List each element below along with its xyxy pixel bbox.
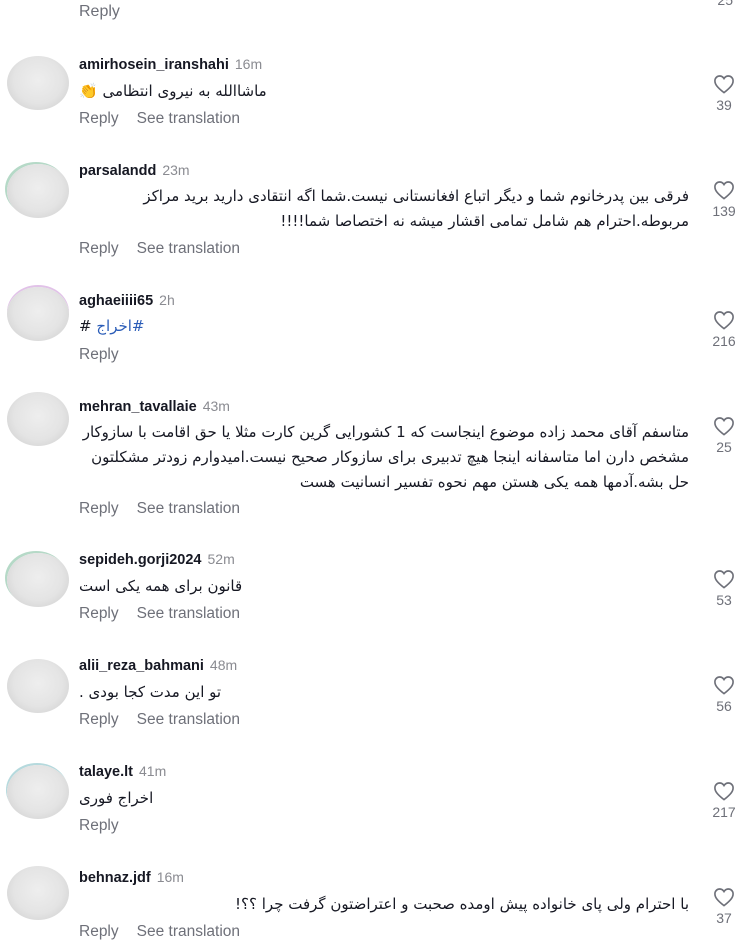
- comment-time: 52m: [207, 551, 235, 567]
- see-translation-button[interactable]: See translation: [137, 110, 240, 127]
- like-count: 139: [712, 203, 736, 219]
- like-button[interactable]: 53: [709, 569, 739, 608]
- comment-time: 48m: [209, 657, 238, 673]
- comment-username[interactable]: alii_reza_bahmani: [79, 658, 204, 674]
- heart-icon: [714, 570, 734, 589]
- avatar[interactable]: [7, 553, 69, 607]
- comment-username[interactable]: mehran_tavallaie: [79, 399, 197, 415]
- avatar[interactable]: [7, 287, 69, 341]
- like-button[interactable]: 56: [709, 675, 739, 714]
- comment-time: 16m: [234, 56, 263, 72]
- like-button[interactable]: 39: [709, 74, 739, 113]
- like-count: 25: [716, 439, 732, 455]
- avatar[interactable]: [7, 866, 69, 920]
- heart-icon: [714, 676, 734, 695]
- comment-username[interactable]: sepideh.gorji2024: [79, 552, 202, 568]
- avatar[interactable]: [7, 164, 69, 218]
- reply-button[interactable]: Reply: [79, 240, 119, 257]
- like-count: 53: [716, 592, 732, 608]
- comment-time: 16m: [156, 869, 184, 885]
- top-like-count: 25: [717, 0, 733, 8]
- see-translation-button[interactable]: See translation: [137, 500, 240, 517]
- like-count: 56: [716, 698, 732, 714]
- top-reply-button[interactable]: Reply: [79, 3, 120, 21]
- heart-icon: [714, 782, 734, 801]
- see-translation-button[interactable]: See translation: [137, 240, 240, 257]
- avatar[interactable]: [7, 56, 69, 110]
- reply-button[interactable]: Reply: [79, 817, 119, 834]
- comment-username[interactable]: parsalandd: [79, 163, 156, 179]
- reply-button[interactable]: Reply: [79, 923, 119, 940]
- hashtag-link[interactable]: #اخراج: [96, 317, 144, 335]
- comment-username[interactable]: amirhosein_iranshahi: [79, 57, 229, 73]
- comment-text: #: [79, 317, 97, 335]
- reply-button[interactable]: Reply: [79, 711, 119, 728]
- see-translation-button[interactable]: See translation: [137, 605, 240, 622]
- like-count: 216: [712, 333, 736, 349]
- like-count: 37: [716, 910, 732, 926]
- comment-time: 2h: [159, 292, 175, 308]
- comment-text: ماشاالله به نیروی انتظامی 👏: [79, 82, 267, 100]
- comment-time: 43m: [202, 398, 230, 414]
- comment-time: 23m: [162, 162, 190, 178]
- comment-text: قانون برای همه یکی است: [79, 577, 243, 595]
- reply-button[interactable]: Reply: [79, 110, 119, 127]
- heart-icon: [714, 311, 734, 330]
- comment-username[interactable]: behnaz.jdf: [79, 870, 151, 886]
- heart-icon: [714, 75, 734, 94]
- like-button[interactable]: 217: [709, 781, 739, 820]
- like-button[interactable]: 25: [709, 416, 739, 455]
- reply-button[interactable]: Reply: [79, 605, 119, 622]
- see-translation-button[interactable]: See translation: [137, 711, 240, 728]
- reply-button[interactable]: Reply: [79, 346, 119, 363]
- comment-text: تو این مدت کجا بودی .: [79, 683, 222, 701]
- like-count: 217: [712, 804, 736, 820]
- avatar[interactable]: [7, 765, 69, 819]
- comment-time: 41m: [139, 763, 167, 779]
- like-button[interactable]: 139: [709, 180, 739, 219]
- comment-text: با احترام ولی پای خانواده پیش اومده صحبت…: [235, 895, 689, 913]
- comment-text: اخراج فوری: [79, 789, 154, 807]
- like-button[interactable]: 37: [709, 887, 739, 926]
- heart-icon: [714, 888, 734, 907]
- comment-username[interactable]: aghaeiiii65: [79, 293, 153, 309]
- avatar[interactable]: [7, 659, 69, 713]
- comment-username[interactable]: talaye.lt: [79, 764, 133, 780]
- avatar[interactable]: [7, 392, 69, 446]
- like-button[interactable]: 216: [709, 310, 739, 349]
- heart-icon: [714, 181, 734, 200]
- comment-text: فرقی بین پدرخانوم شما و دیگر اتباع افغان…: [143, 187, 689, 230]
- comment-text: متاسفم آقای محمد زاده موضوع اینجاست که 1…: [82, 423, 689, 491]
- like-count: 39: [716, 97, 732, 113]
- heart-icon: [714, 417, 734, 436]
- see-translation-button[interactable]: See translation: [137, 923, 240, 940]
- reply-button[interactable]: Reply: [79, 500, 119, 517]
